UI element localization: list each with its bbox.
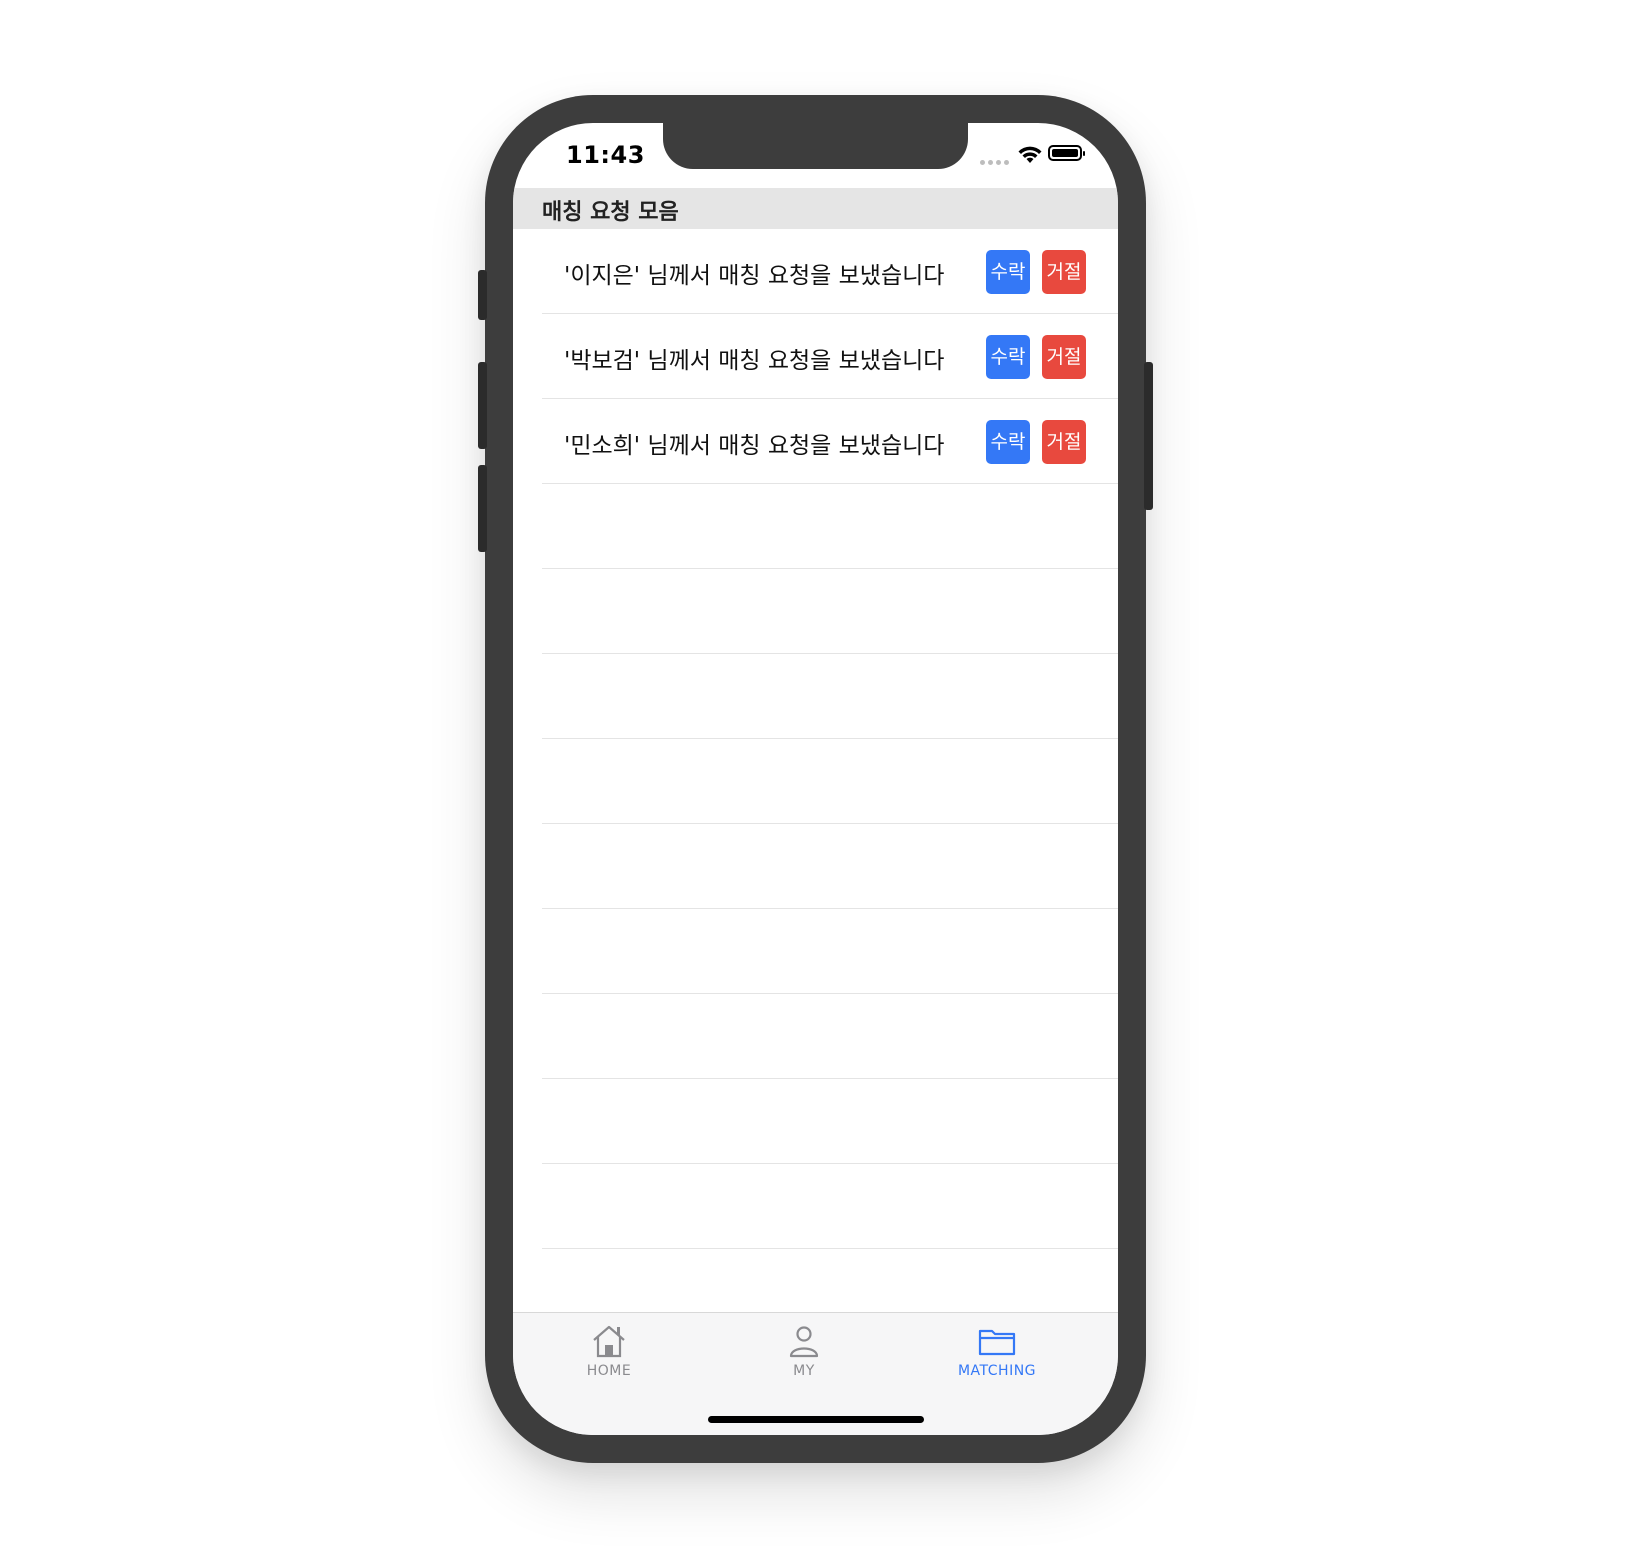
power-button [1144, 362, 1153, 510]
notch [663, 123, 968, 169]
empty-row [542, 909, 1118, 994]
reject-button[interactable]: 거절 [1042, 335, 1086, 379]
volume-down-button [478, 465, 487, 552]
accept-button[interactable]: 수락 [986, 420, 1030, 464]
empty-row [542, 654, 1118, 739]
tab-my[interactable]: MY [724, 1323, 884, 1379]
reject-button[interactable]: 거절 [1042, 420, 1086, 464]
volume-up-button [478, 362, 487, 449]
silent-switch [478, 270, 487, 320]
tab-home[interactable]: HOME [529, 1323, 689, 1379]
request-message: '박보검' 님께서 매칭 요청을 보냈습니다 [564, 348, 945, 374]
empty-row [542, 1164, 1118, 1249]
battery-icon [1048, 145, 1085, 161]
section-header: 매칭 요청 모음 [513, 188, 1118, 229]
match-request-row: '박보검' 님께서 매칭 요청을 보냈습니다 수락 거절 [542, 314, 1118, 399]
empty-row [542, 484, 1118, 569]
empty-row [542, 994, 1118, 1079]
tab-matching[interactable]: MATCHING [917, 1323, 1077, 1379]
home-indicator[interactable] [708, 1416, 924, 1423]
phone-screen: 11:43 매칭 요청 모음 '이지은' 님께서 매칭 요청을 보냈습니다 수락 거… [513, 123, 1118, 1435]
status-time: 11:43 [566, 141, 645, 169]
tab-my-label: MY [793, 1363, 815, 1379]
tab-matching-label: MATCHING [957, 1363, 1037, 1379]
accept-button[interactable]: 수락 [986, 250, 1030, 294]
request-message: '민소희' 님께서 매칭 요청을 보냈습니다 [564, 433, 945, 459]
match-request-row: '민소희' 님께서 매칭 요청을 보냈습니다 수락 거절 [542, 399, 1118, 484]
match-request-row: '이지은' 님께서 매칭 요청을 보냈습니다 수락 거절 [542, 229, 1118, 314]
folder-icon [978, 1329, 1016, 1356]
cellular-signal-icon [980, 160, 1009, 165]
match-request-list: '이지은' 님께서 매칭 요청을 보냈습니다 수락 거절 '박보검' 님께서 매칭 요… [513, 229, 1118, 1249]
empty-row [542, 739, 1118, 824]
empty-row [542, 569, 1118, 654]
tab-home-label: HOME [586, 1363, 632, 1379]
empty-row [542, 1079, 1118, 1164]
request-message: '이지은' 님께서 매칭 요청을 보냈습니다 [564, 263, 945, 289]
reject-button[interactable]: 거절 [1042, 250, 1086, 294]
wifi-icon [1017, 144, 1043, 168]
page-title: 매칭 요청 모음 [542, 200, 679, 225]
person-icon [789, 1326, 819, 1358]
accept-button[interactable]: 수락 [986, 335, 1030, 379]
home-icon [593, 1325, 625, 1358]
empty-row [542, 824, 1118, 909]
